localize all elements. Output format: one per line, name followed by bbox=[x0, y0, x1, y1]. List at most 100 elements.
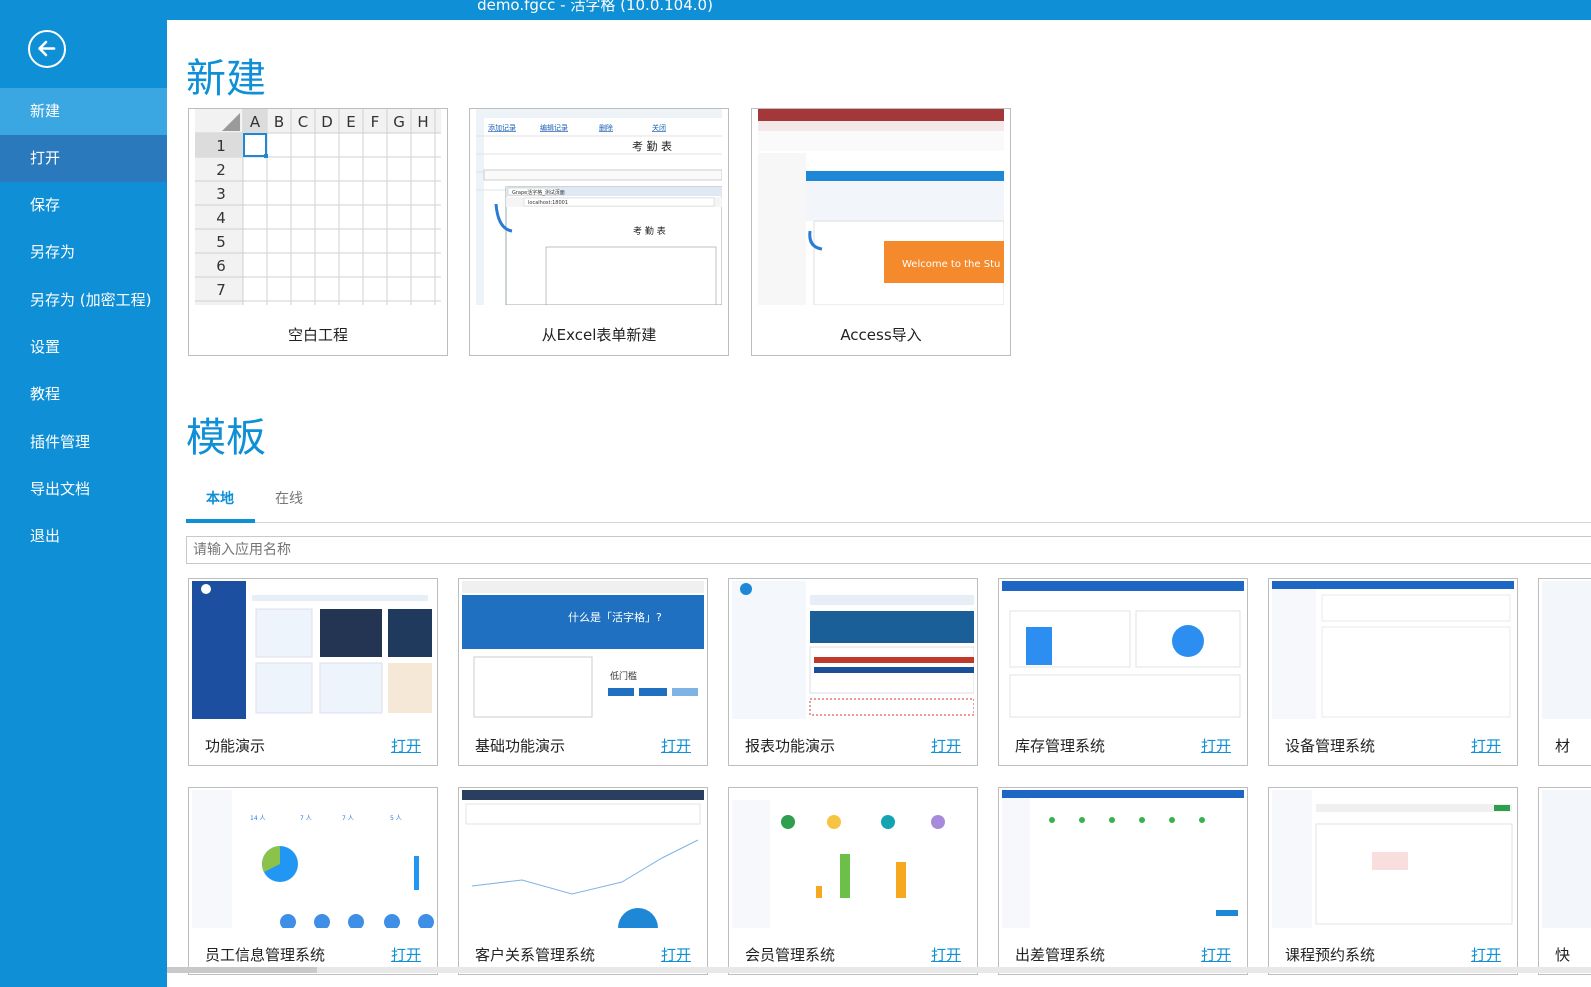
template-name: 报表功能演示 bbox=[745, 737, 836, 755]
new-from-excel-card[interactable]: 添加记录 编辑记录 删除 关闭 考 勤 表 Grape活字格_测试页面 loca… bbox=[469, 108, 729, 356]
template-preview-image bbox=[1272, 581, 1514, 719]
template-preview bbox=[1002, 790, 1244, 928]
template-card[interactable]: 客户关系管理系统 打开 bbox=[458, 787, 708, 975]
open-template-link[interactable]: 打开 bbox=[391, 944, 421, 965]
template-preview bbox=[1542, 790, 1591, 928]
tab-local[interactable]: 本地 bbox=[206, 488, 234, 508]
open-template-link[interactable]: 打开 bbox=[391, 735, 421, 756]
sidebar-item-save-as-encrypted[interactable]: 另存为 (加密工程) bbox=[0, 277, 167, 324]
template-card-partial[interactable]: 材 bbox=[1538, 578, 1591, 766]
active-tab-indicator bbox=[186, 519, 255, 523]
access-preview-image: Welcome to the Stu bbox=[758, 109, 1004, 305]
open-template-link[interactable]: 打开 bbox=[931, 735, 961, 756]
arrow-left-icon bbox=[38, 40, 56, 57]
link: 编辑记录 bbox=[540, 123, 568, 132]
col-header: F bbox=[371, 113, 380, 131]
horizontal-scrollbar[interactable] bbox=[167, 967, 1591, 973]
template-card-partial[interactable]: 快 bbox=[1538, 787, 1591, 975]
template-preview-image bbox=[1272, 790, 1514, 928]
template-preview bbox=[1002, 581, 1244, 719]
stat: 5 人 bbox=[390, 815, 402, 822]
template-preview bbox=[732, 581, 974, 719]
open-template-link[interactable]: 打开 bbox=[1201, 944, 1231, 965]
template-preview-image bbox=[1002, 581, 1244, 719]
open-template-link[interactable]: 打开 bbox=[1201, 735, 1231, 756]
template-name: 功能演示 bbox=[205, 737, 266, 755]
preview-subheading: 低门槛 bbox=[610, 670, 637, 682]
sidebar-item-tutorial[interactable]: 教程 bbox=[0, 371, 167, 418]
row-header: 5 bbox=[216, 233, 226, 251]
sidebar-item-save[interactable]: 保存 bbox=[0, 182, 167, 229]
spreadsheet-grid: A B C D E F G H 1 2 3 4 5 6 7 bbox=[195, 109, 441, 305]
template-tabs: 本地 在线 bbox=[186, 480, 1591, 523]
template-card[interactable]: 课程预约系统 打开 bbox=[1268, 787, 1518, 975]
template-name: 快 bbox=[1555, 946, 1571, 964]
row-header: 3 bbox=[216, 185, 226, 203]
col-header: G bbox=[393, 113, 405, 131]
template-preview-image bbox=[192, 581, 434, 719]
tab-online[interactable]: 在线 bbox=[275, 488, 303, 508]
template-preview bbox=[732, 790, 974, 928]
template-card[interactable]: 出差管理系统 打开 bbox=[998, 787, 1248, 975]
open-template-link[interactable]: 打开 bbox=[661, 735, 691, 756]
access-import-card[interactable]: Welcome to the Stu Access导入 bbox=[751, 108, 1011, 356]
template-card[interactable]: 设备管理系统 打开 bbox=[1268, 578, 1518, 766]
sidebar-item-open[interactable]: 打开 bbox=[0, 135, 167, 182]
blank-grid-preview: A B C D E F G H 1 2 3 4 5 6 7 bbox=[195, 109, 441, 305]
template-card[interactable]: 14 人 7 人 7 人 5 人 员工信息管理系统 打开 bbox=[188, 787, 438, 975]
sheet-title: 考 勤 表 bbox=[632, 139, 672, 153]
open-template-link[interactable]: 打开 bbox=[1471, 735, 1501, 756]
excel-preview: 添加记录 编辑记录 删除 关闭 考 勤 表 Grape活字格_测试页面 loca… bbox=[476, 109, 722, 305]
stat: 7 人 bbox=[300, 815, 312, 822]
template-card[interactable]: 库存管理系统 打开 bbox=[998, 578, 1248, 766]
row-header: 1 bbox=[216, 137, 226, 155]
excel-preview-image: 添加记录 编辑记录 删除 关闭 考 勤 表 Grape活字格_测试页面 loca… bbox=[476, 109, 722, 305]
open-template-link[interactable]: 打开 bbox=[661, 944, 691, 965]
open-template-link[interactable]: 打开 bbox=[931, 944, 961, 965]
sidebar-item-plugins[interactable]: 插件管理 bbox=[0, 419, 167, 466]
sidebar-item-new[interactable]: 新建 bbox=[0, 88, 167, 135]
stat: 7 人 bbox=[342, 815, 354, 822]
app-name-search-input[interactable] bbox=[186, 536, 1591, 564]
template-name: 基础功能演示 bbox=[475, 737, 566, 755]
col-header: E bbox=[346, 113, 355, 131]
new-section-title: 新建 bbox=[186, 56, 266, 102]
template-preview bbox=[1542, 581, 1591, 719]
sidebar-item-save-as[interactable]: 另存为 bbox=[0, 229, 167, 276]
template-card[interactable]: 功能演示 打开 bbox=[188, 578, 438, 766]
row-header: 6 bbox=[216, 257, 226, 275]
template-name: 员工信息管理系统 bbox=[205, 946, 326, 964]
access-preview: Welcome to the Stu bbox=[758, 109, 1004, 305]
sidebar: 新建 打开 保存 另存为 另存为 (加密工程) 设置 教程 插件管理 导出文档 … bbox=[0, 20, 167, 987]
template-preview-image bbox=[732, 581, 974, 719]
back-button[interactable] bbox=[28, 30, 66, 68]
sidebar-item-exit[interactable]: 退出 bbox=[0, 513, 167, 560]
browser-url: localhost:18001 bbox=[528, 200, 568, 206]
main-content: 新建 A B C D E F G H 1 2 3 4 5 6 7 空白工程 添加… bbox=[167, 20, 1591, 987]
scrollbar-thumb[interactable] bbox=[167, 967, 317, 973]
card-label: 从Excel表单新建 bbox=[541, 326, 657, 344]
template-preview-image bbox=[462, 790, 704, 928]
template-name: 出差管理系统 bbox=[1015, 946, 1106, 964]
title-bar: demo.fgcc - 活字格 (10.0.104.0) bbox=[0, 0, 1591, 20]
template-preview-image: 什么是「活字格」? 低门槛 bbox=[462, 581, 704, 719]
template-card[interactable]: 会员管理系统 打开 bbox=[728, 787, 978, 975]
template-preview-image bbox=[732, 790, 974, 928]
open-template-link[interactable]: 打开 bbox=[1471, 944, 1501, 965]
col-header: A bbox=[250, 113, 261, 131]
template-preview-image: 14 人 7 人 7 人 5 人 bbox=[192, 790, 434, 928]
template-name: 会员管理系统 bbox=[745, 946, 836, 964]
template-name: 课程预约系统 bbox=[1285, 946, 1376, 964]
template-card[interactable]: 什么是「活字格」? 低门槛 基础功能演示 打开 bbox=[458, 578, 708, 766]
sidebar-item-settings[interactable]: 设置 bbox=[0, 324, 167, 371]
new-blank-project-card[interactable]: A B C D E F G H 1 2 3 4 5 6 7 空白工程 bbox=[188, 108, 448, 356]
template-card[interactable]: 报表功能演示 打开 bbox=[728, 578, 978, 766]
row-header: 4 bbox=[216, 209, 226, 227]
browser-sheet-title: 考 勤 表 bbox=[633, 225, 666, 237]
template-preview bbox=[462, 790, 704, 928]
template-name: 客户关系管理系统 bbox=[475, 946, 596, 964]
template-preview bbox=[1272, 581, 1514, 719]
col-header: H bbox=[417, 113, 428, 131]
sidebar-item-export-docs[interactable]: 导出文档 bbox=[0, 466, 167, 513]
preview-heading: 什么是「活字格」? bbox=[568, 610, 662, 624]
